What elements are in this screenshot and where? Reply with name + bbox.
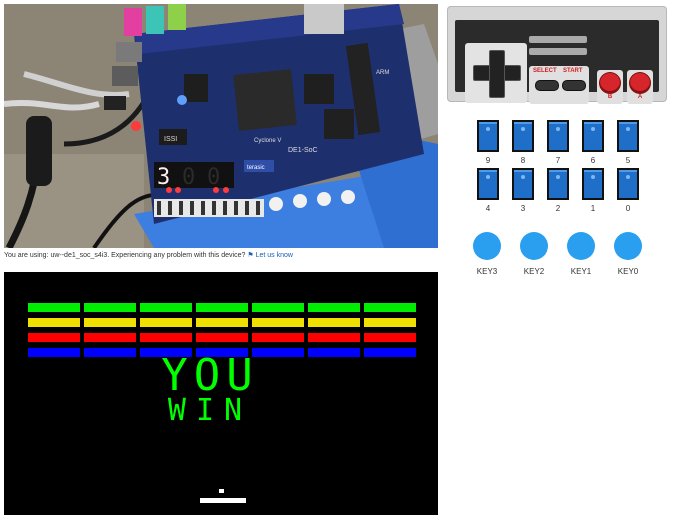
start-label: START (563, 68, 583, 74)
switch-sw2[interactable] (547, 168, 569, 200)
push-button-key0[interactable] (614, 232, 642, 260)
brick (308, 318, 360, 327)
brick (252, 333, 304, 342)
brick (140, 303, 192, 312)
a-button[interactable] (630, 73, 650, 93)
board-camera-feed: ISSI Cyclone V ARM DE1-SoC terasic 3 0 0 (4, 4, 438, 248)
switch-sw4[interactable] (477, 168, 499, 200)
b-button-box: B (597, 70, 623, 104)
brick (252, 348, 304, 357)
brick (252, 303, 304, 312)
let-us-know-link[interactable]: Let us know (256, 252, 293, 259)
device-status-text: You are using: uw--de1_soc_s4i3. Experie… (4, 252, 246, 259)
arm-label: ARM (376, 70, 389, 76)
ball (219, 489, 224, 493)
brick (196, 303, 248, 312)
brick (84, 303, 136, 312)
switch-label: 8 (520, 156, 526, 165)
brick (84, 333, 136, 342)
switch-label: 0 (625, 204, 631, 213)
switch-sw7[interactable] (547, 120, 569, 152)
switch-label: 4 (485, 204, 491, 213)
brick (364, 318, 416, 327)
key-label: KEY2 (523, 267, 545, 276)
brick (84, 348, 136, 357)
push-button-key3[interactable] (473, 232, 501, 260)
device-status-line: You are using: uw--de1_soc_s4i3. Experie… (4, 251, 293, 263)
switch-label: 2 (555, 204, 561, 213)
center-stripes (529, 36, 587, 60)
a-button-box: A (627, 70, 653, 104)
nes-controller-face: SELECT START B A (455, 20, 659, 104)
switch-indicator (591, 127, 595, 131)
brick (364, 348, 416, 357)
brick (364, 333, 416, 342)
switch-sw6[interactable] (582, 120, 604, 152)
brick (140, 318, 192, 327)
switch-indicator (486, 127, 490, 131)
b-button[interactable] (600, 73, 620, 93)
model-label: DE1-SoC (288, 147, 318, 154)
seven-seg-digit-0: 3 (157, 165, 170, 190)
b-label: B (607, 94, 613, 100)
switch-indicator (556, 175, 560, 179)
select-label: SELECT (533, 68, 557, 74)
key-label: KEY3 (476, 267, 498, 276)
nes-controller: SELECT START B A (447, 6, 667, 104)
switch-label: 7 (555, 156, 561, 165)
brick (140, 333, 192, 342)
brick (308, 333, 360, 342)
brick (28, 318, 80, 327)
switch-sw0[interactable] (617, 168, 639, 200)
issi-label: ISSI (164, 136, 177, 143)
brick (28, 348, 80, 357)
push-button-key1[interactable] (567, 232, 595, 260)
switch-label: 6 (590, 156, 596, 165)
seven-seg-digit-1: 0 (182, 165, 195, 190)
brick (196, 318, 248, 327)
switch-sw5[interactable] (617, 120, 639, 152)
switch-indicator (521, 127, 525, 131)
brick (28, 303, 80, 312)
flag-icon: ⚑ (247, 252, 254, 259)
switch-indicator (486, 175, 490, 179)
brick (196, 333, 248, 342)
dpad[interactable] (473, 50, 521, 98)
switch-indicator (626, 175, 630, 179)
switch-label: 5 (625, 156, 631, 165)
brand-label: terasic (247, 165, 265, 171)
switch-label: 9 (485, 156, 491, 165)
switch-label: 3 (520, 204, 526, 213)
chip-label: Cyclone V (254, 138, 281, 144)
vga-game-screen: YOU WIN (4, 272, 438, 515)
switch-indicator (521, 175, 525, 179)
key-label: KEY0 (617, 267, 639, 276)
brick-wall (28, 303, 416, 357)
a-label: A (637, 94, 643, 100)
start-button[interactable] (562, 80, 586, 91)
brick (364, 303, 416, 312)
brick (308, 348, 360, 357)
switch-sw9[interactable] (477, 120, 499, 152)
switch-sw1[interactable] (582, 168, 604, 200)
seven-seg-digit-2: 0 (207, 165, 220, 190)
paddle (200, 498, 246, 503)
brick (308, 303, 360, 312)
switch-indicator (626, 127, 630, 131)
push-button-key2[interactable] (520, 232, 548, 260)
switch-indicator (556, 127, 560, 131)
select-start-panel: SELECT START (529, 66, 589, 104)
brick (252, 318, 304, 327)
brick (28, 333, 80, 342)
switch-indicator (591, 175, 595, 179)
win-message-line2: WIN (168, 393, 252, 428)
switch-label: 1 (590, 204, 596, 213)
key-label: KEY1 (570, 267, 592, 276)
brick (84, 318, 136, 327)
switch-sw8[interactable] (512, 120, 534, 152)
switch-sw3[interactable] (512, 168, 534, 200)
select-button[interactable] (535, 80, 559, 91)
